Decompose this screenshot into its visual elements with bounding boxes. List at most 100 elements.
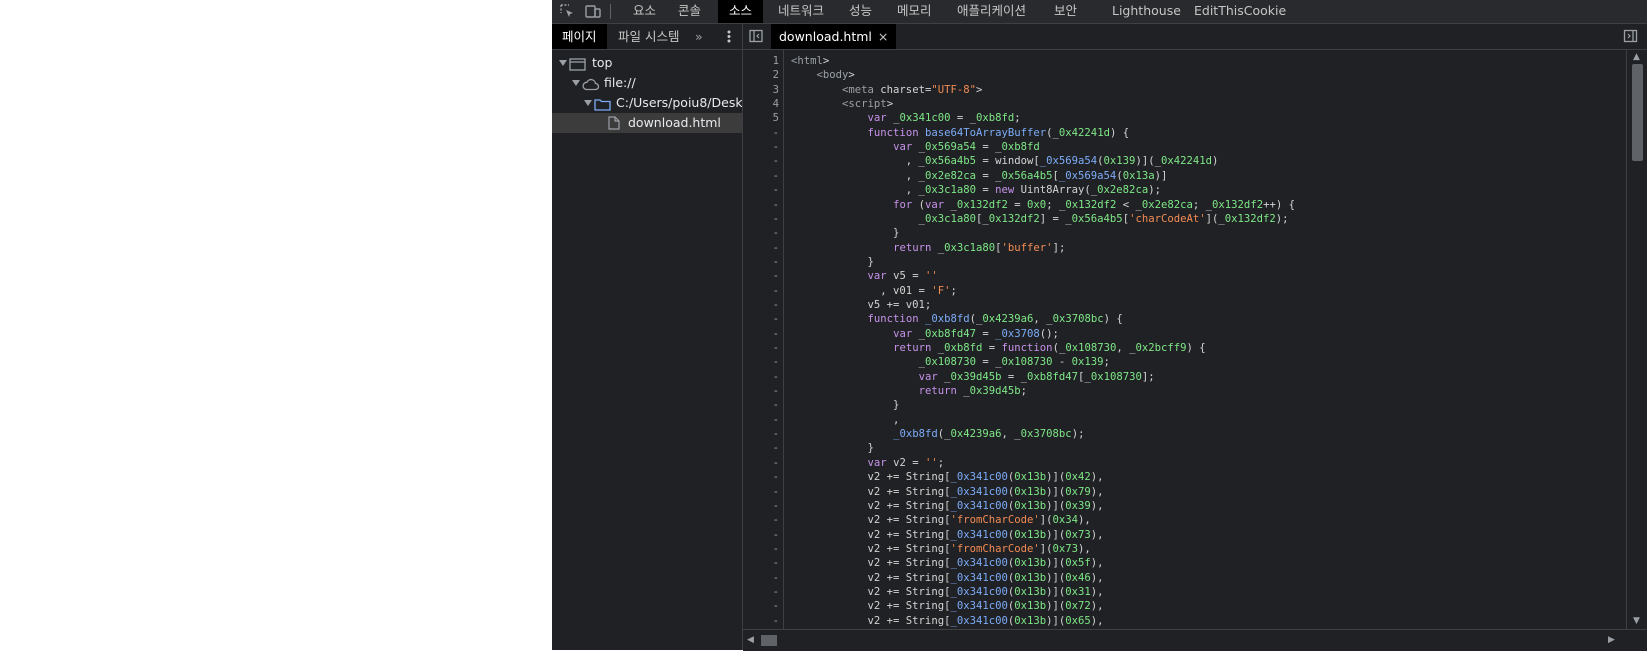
code-line[interactable]: <html> [791, 54, 829, 68]
code-line[interactable]: v5 += v01; [791, 298, 932, 312]
line-number[interactable]: - [743, 169, 779, 183]
code-line[interactable]: } [791, 255, 874, 269]
line-number[interactable]: 4 [743, 97, 779, 111]
line-number[interactable]: - [743, 183, 779, 197]
code-line[interactable]: var v2 = ''; [791, 456, 945, 470]
tab-elements[interactable]: 요소 [633, 0, 656, 23]
line-number[interactable]: - [743, 226, 779, 240]
code-line[interactable]: var v5 = '' [791, 269, 938, 283]
line-number[interactable]: - [743, 556, 779, 570]
line-number[interactable]: - [743, 542, 779, 556]
tree-item-file-origin[interactable]: file:// [552, 73, 742, 93]
code-line[interactable]: var _0x341c00 = _0xb8fd; [791, 111, 1021, 125]
tab-console[interactable]: 콘솔 [678, 0, 701, 23]
device-toolbar-icon[interactable] [583, 2, 603, 20]
scroll-down-arrow-icon[interactable]: ▼ [1633, 616, 1640, 626]
code-line[interactable]: function _0xb8fd(_0x4239a6, _0x3708bc) { [791, 312, 1123, 326]
line-number[interactable]: - [743, 140, 779, 154]
tab-performance[interactable]: 성능 [849, 0, 872, 23]
line-number[interactable]: 1 [743, 54, 779, 68]
code-line[interactable]: v2 += String['fromCharCode'](0x73), [791, 542, 1091, 556]
code-line[interactable]: v2 += String[_0x341c00(0x13b)](0x39), [791, 499, 1104, 513]
line-number[interactable]: - [743, 499, 779, 513]
line-number[interactable]: - [743, 384, 779, 398]
expand-triangle-icon[interactable] [584, 100, 592, 106]
code-line[interactable]: var _0x39d45b = _0xb8fd47[_0x108730]; [791, 370, 1155, 384]
code-line[interactable]: v2 += String[_0x341c00(0x13b)](0x72), [791, 599, 1104, 613]
tree-item-top[interactable]: top [552, 53, 742, 73]
expand-triangle-icon[interactable] [572, 80, 580, 86]
code-line[interactable]: _0x3c1a80[_0x132df2] = _0x56a4b5['charCo… [791, 212, 1289, 226]
code-line[interactable]: return _0xb8fd = function(_0x108730, _0x… [791, 341, 1206, 355]
line-number[interactable]: - [743, 571, 779, 585]
tab-filesystem[interactable]: 파일 시스템 [618, 24, 679, 49]
code-area[interactable]: 12345-----------------------------------… [743, 50, 1626, 629]
code-line[interactable]: } [791, 398, 899, 412]
code-line[interactable]: var _0xb8fd47 = _0x3708(); [791, 327, 1059, 341]
code-line[interactable]: } [791, 226, 899, 240]
tab-sources[interactable]: 소스 [718, 0, 764, 23]
vertical-scrollbar-thumb[interactable] [1632, 64, 1643, 161]
line-number[interactable]: - [743, 241, 779, 255]
code-line[interactable]: <body> [791, 68, 855, 82]
line-number[interactable]: - [743, 513, 779, 527]
code-line[interactable]: <script> [791, 97, 893, 111]
line-number[interactable]: - [743, 528, 779, 542]
line-number[interactable]: - [743, 126, 779, 140]
code-line[interactable]: , v01 = 'F'; [791, 284, 957, 298]
toggle-debugger-icon[interactable] [1623, 29, 1638, 47]
line-number[interactable]: 2 [743, 68, 779, 82]
line-number[interactable]: - [743, 212, 779, 226]
tab-editthiscookie[interactable]: EditThisCookie [1194, 0, 1286, 23]
code-line[interactable]: , _0x2e82ca = _0x56a4b5[_0x569a54(0x13a)… [791, 169, 1168, 183]
line-number[interactable]: - [743, 255, 779, 269]
code-line[interactable]: v2 += String[_0x341c00(0x13b)](0x31), [791, 585, 1104, 599]
scroll-left-arrow-icon[interactable]: ◀ [747, 635, 754, 645]
tab-lighthouse[interactable]: Lighthouse [1112, 0, 1181, 23]
line-number[interactable]: - [743, 427, 779, 441]
code-line[interactable]: var _0x569a54 = _0xb8fd [791, 140, 1040, 154]
line-number[interactable]: - [743, 154, 779, 168]
code-line[interactable]: function base64ToArrayBuffer(_0x42241d) … [791, 126, 1130, 140]
scroll-up-arrow-icon[interactable]: ▲ [1633, 52, 1640, 62]
code-line[interactable]: v2 += String['fromCharCode'](0x34), [791, 513, 1091, 527]
tab-network[interactable]: 네트워크 [778, 0, 824, 23]
line-number[interactable]: - [743, 456, 779, 470]
line-number[interactable]: - [743, 269, 779, 283]
tab-page[interactable]: 페이지 [552, 24, 607, 49]
line-number[interactable]: - [743, 370, 779, 384]
inspect-element-icon[interactable] [558, 2, 578, 20]
code-line[interactable]: } [791, 441, 874, 455]
code-line[interactable]: v2 += String[_0x341c00(0x13b)](0x65), [791, 614, 1104, 628]
line-number[interactable]: - [743, 198, 779, 212]
scroll-right-arrow-icon[interactable]: ▶ [1608, 635, 1615, 645]
line-number-gutter[interactable]: 12345----------------------------------- [743, 50, 784, 629]
code-line[interactable]: <meta charset="UTF-8"> [791, 83, 982, 97]
line-number[interactable]: - [743, 312, 779, 326]
vertical-scrollbar[interactable]: ▲ ▼ [1626, 50, 1647, 629]
line-number[interactable]: - [743, 470, 779, 484]
code-line[interactable]: v2 += String[_0x341c00(0x13b)](0x79), [791, 485, 1104, 499]
line-number[interactable]: - [743, 441, 779, 455]
expand-triangle-icon[interactable] [559, 60, 567, 66]
tree-item-folder[interactable]: C:/Users/poiu8/Desktop [552, 93, 742, 113]
editor-tab-download-html[interactable]: download.html × [771, 24, 897, 49]
code-line[interactable]: _0xb8fd(_0x4239a6, _0x3708bc); [791, 427, 1084, 441]
line-number[interactable]: - [743, 284, 779, 298]
line-number[interactable]: 5 [743, 111, 779, 125]
code-line[interactable]: v2 += String[_0x341c00(0x13b)](0x73), [791, 528, 1104, 542]
line-number[interactable]: - [743, 585, 779, 599]
code-line[interactable]: for (var _0x132df2 = 0x0; _0x132df2 < _0… [791, 198, 1295, 212]
line-number[interactable]: 3 [743, 83, 779, 97]
toggle-navigator-icon[interactable] [749, 29, 764, 47]
code-line[interactable]: v2 += String[_0x341c00(0x13b)](0x46), [791, 571, 1104, 585]
code-line[interactable]: v2 += String[_0x341c00(0x13b)](0x42), [791, 470, 1104, 484]
code-line[interactable]: , [791, 413, 899, 427]
code-line[interactable]: , _0x3c1a80 = new Uint8Array(_0x2e82ca); [791, 183, 1161, 197]
more-options-icon[interactable] [722, 24, 736, 49]
line-number[interactable]: - [743, 599, 779, 613]
line-number[interactable]: - [743, 485, 779, 499]
line-number[interactable]: - [743, 355, 779, 369]
tree-item-download-html[interactable]: download.html [552, 113, 742, 133]
horizontal-scrollbar-thumb[interactable] [761, 635, 777, 646]
